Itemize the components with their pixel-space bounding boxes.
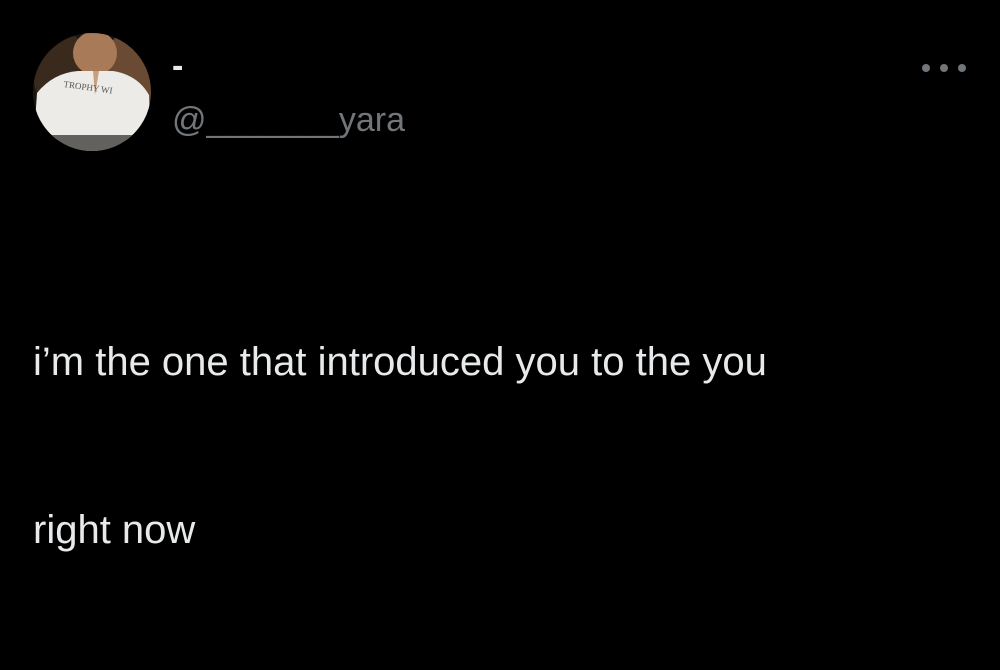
tweet-text-line: i’m the one that introduced you to the y… bbox=[33, 340, 767, 384]
dot-icon bbox=[940, 64, 948, 72]
tweet: TROPHY WI - @_______yara i’m the one tha… bbox=[0, 0, 1000, 552]
tweet-text-line: right now bbox=[33, 508, 196, 552]
display-name[interactable]: - bbox=[172, 46, 183, 86]
dot-icon bbox=[958, 64, 966, 72]
avatar-image: TROPHY WI bbox=[33, 33, 151, 151]
username-handle[interactable]: @_______yara bbox=[172, 100, 405, 140]
avatar[interactable]: TROPHY WI bbox=[33, 33, 151, 151]
tweet-text: i’m the one that introduced you to the y… bbox=[33, 222, 933, 670]
dot-icon bbox=[922, 64, 930, 72]
more-options-icon[interactable] bbox=[922, 56, 966, 80]
